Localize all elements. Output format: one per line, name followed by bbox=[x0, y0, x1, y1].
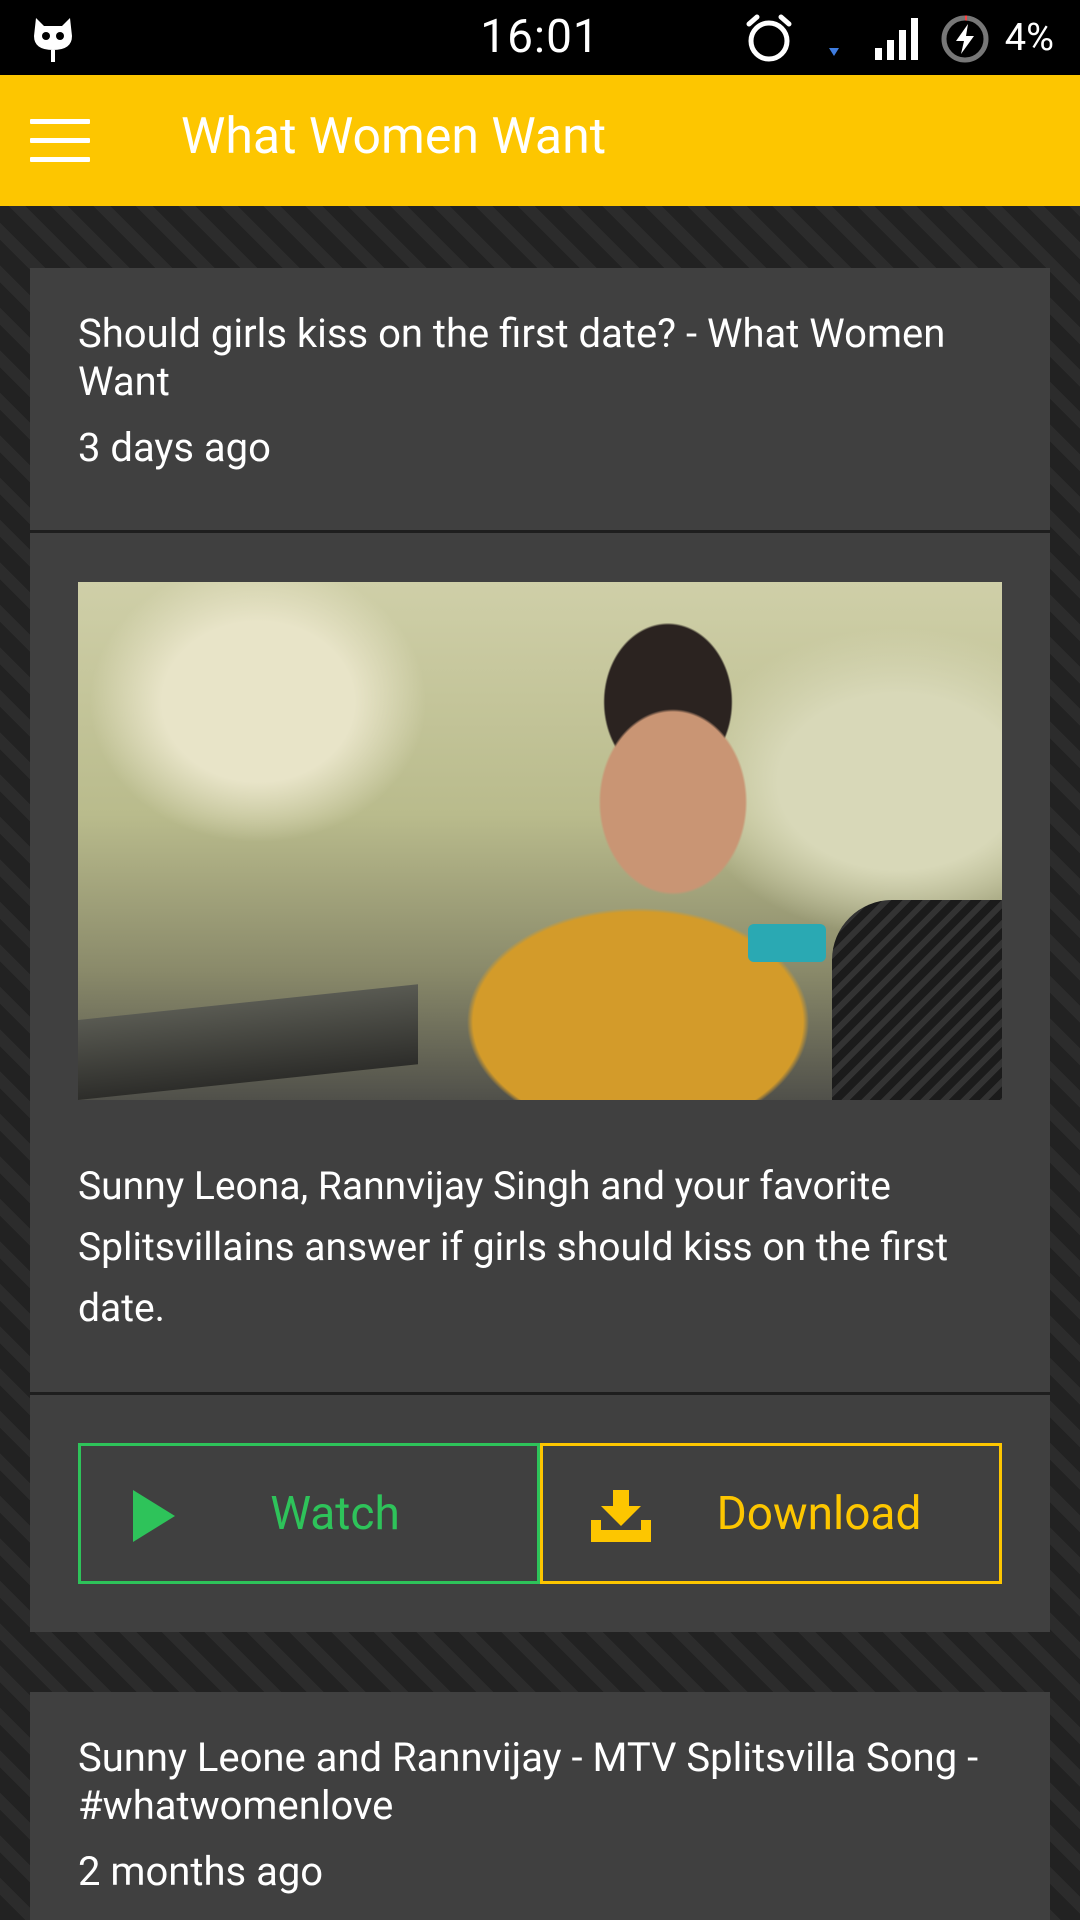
watch-label: Watch bbox=[270, 1486, 400, 1541]
divider bbox=[30, 530, 1050, 533]
divider bbox=[30, 1392, 1050, 1395]
download-icon bbox=[591, 1490, 651, 1542]
thumbnail-detail bbox=[832, 900, 1002, 1100]
alarm-icon bbox=[746, 14, 792, 62]
thumbnail-detail bbox=[78, 984, 418, 1100]
signal-icon bbox=[875, 18, 918, 60]
video-title: Sunny Leone and Rannvijay - MTV Splitsvi… bbox=[78, 1734, 979, 1829]
video-title: Should girls kiss on the first date? - W… bbox=[78, 310, 946, 405]
video-description: Sunny Leona, Rannvijay Singh and your fa… bbox=[78, 1163, 949, 1331]
download-label: Download bbox=[716, 1486, 922, 1541]
data-arrow-icon bbox=[829, 48, 839, 56]
hamburger-menu-icon[interactable] bbox=[30, 119, 90, 163]
thumbnail-detail bbox=[748, 924, 826, 962]
status-bar: 16:01 4% bbox=[0, 0, 1080, 75]
video-time-ago: 2 months ago bbox=[78, 1848, 324, 1895]
video-thumbnail[interactable] bbox=[78, 582, 1002, 1100]
video-card[interactable]: Sunny Leone and Rannvijay - MTV Splitsvi… bbox=[30, 1692, 1050, 1920]
watch-button[interactable]: Watch bbox=[78, 1443, 540, 1584]
download-button[interactable]: Download bbox=[540, 1443, 1002, 1584]
battery-percent: 4% bbox=[1004, 16, 1054, 60]
app-bar: What Women Want bbox=[0, 75, 1080, 206]
video-card[interactable]: Should girls kiss on the first date? - W… bbox=[30, 268, 1050, 1632]
battery-charging-icon bbox=[941, 15, 989, 63]
video-time-ago: 3 days ago bbox=[78, 424, 271, 471]
app-title: What Women Want bbox=[181, 108, 607, 166]
play-icon bbox=[133, 1490, 175, 1542]
